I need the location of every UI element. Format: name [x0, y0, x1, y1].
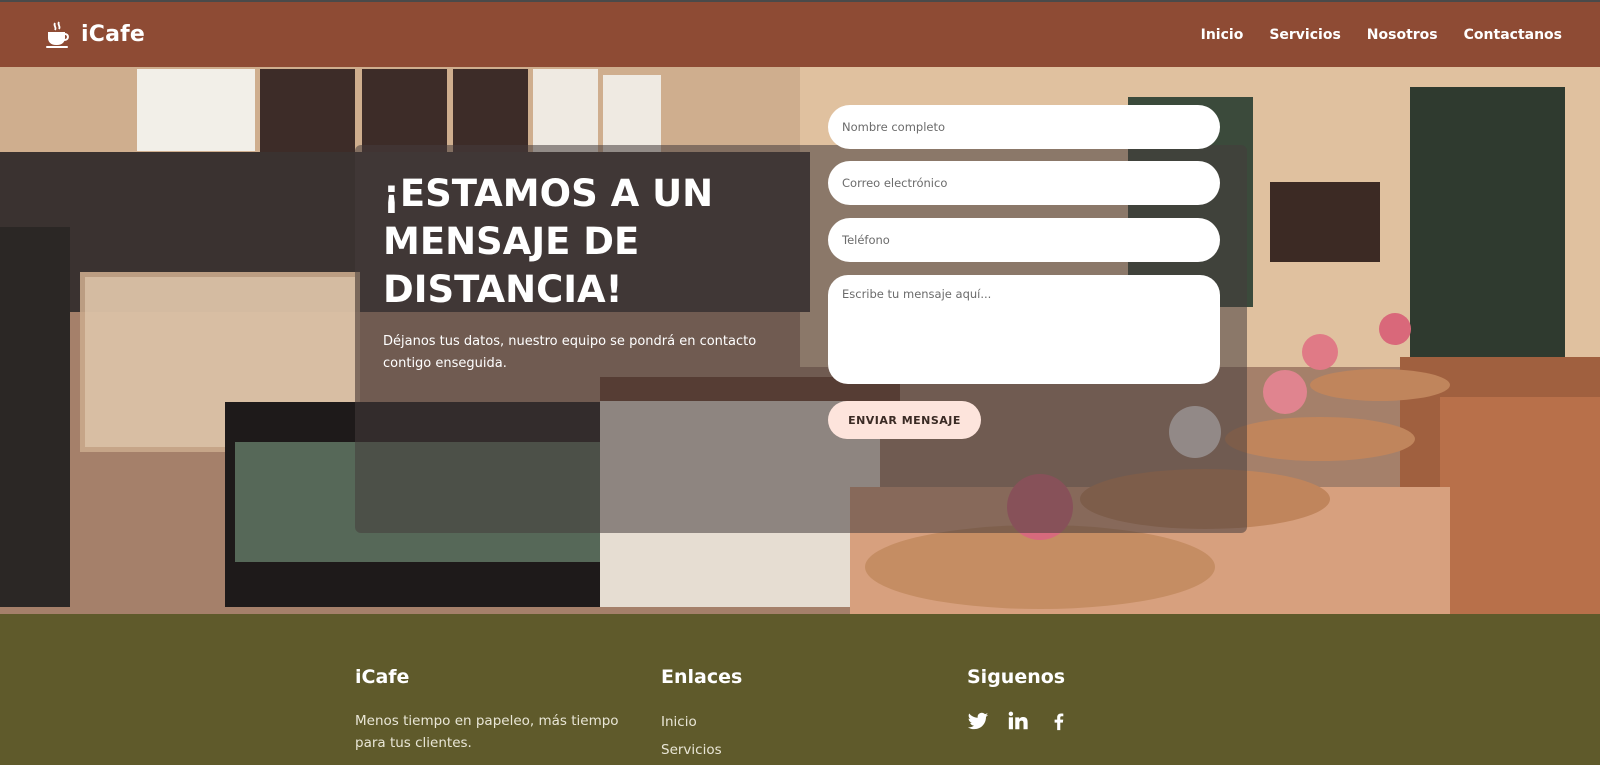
linkedin-icon[interactable] — [1007, 710, 1029, 732]
brand-name: iCafe — [81, 22, 146, 47]
navbar: iCafe Inicio Servicios Nosotros Contacta… — [0, 2, 1600, 67]
nav-link-servicios[interactable]: Servicios — [1269, 27, 1340, 43]
footer-description: Menos tiempo en papeleo, más tiempo para… — [355, 713, 619, 751]
brand-logo[interactable]: iCafe — [45, 21, 145, 49]
twitter-icon[interactable] — [967, 710, 989, 732]
nav-menu: Inicio Servicios Nosotros Contactanos — [1201, 27, 1562, 43]
footer-links-title: Enlaces — [661, 666, 743, 688]
footer-social-title: Siguenos — [967, 666, 1066, 688]
footer-link-inicio[interactable]: Inicio — [661, 708, 921, 736]
nav-link-nosotros[interactable]: Nosotros — [1367, 27, 1438, 43]
message-textarea[interactable] — [828, 275, 1220, 384]
send-message-button[interactable]: ENVIAR MENSAJE — [828, 401, 981, 439]
hero-subtext: Déjanos tus datos, nuestro equipo se pon… — [383, 334, 757, 371]
nav-link-contactanos[interactable]: Contactanos — [1464, 27, 1562, 43]
facebook-icon[interactable] — [1047, 710, 1069, 732]
footer: iCafe Menos tiempo en papeleo, más tiemp… — [0, 614, 1600, 765]
footer-brand-title: iCafe — [355, 666, 410, 688]
footer-about: iCafe Menos tiempo en papeleo, más tiemp… — [355, 666, 635, 754]
email-input[interactable] — [828, 161, 1220, 205]
footer-links: Enlaces Inicio Servicios — [661, 666, 921, 764]
footer-social: Siguenos — [967, 666, 1227, 732]
name-input[interactable] — [828, 105, 1220, 149]
hero-headline: ¡ESTAMOS A UN MENSAJE DE DISTANCIA! — [383, 172, 714, 311]
footer-link-servicios[interactable]: Servicios — [661, 736, 921, 764]
nav-link-inicio[interactable]: Inicio — [1201, 27, 1244, 43]
hero-section — [0, 67, 1600, 614]
social-icons — [967, 710, 1227, 732]
phone-input[interactable] — [828, 218, 1220, 262]
footer-links-list: Inicio Servicios — [661, 708, 921, 764]
coffee-cup-icon — [46, 21, 69, 48]
